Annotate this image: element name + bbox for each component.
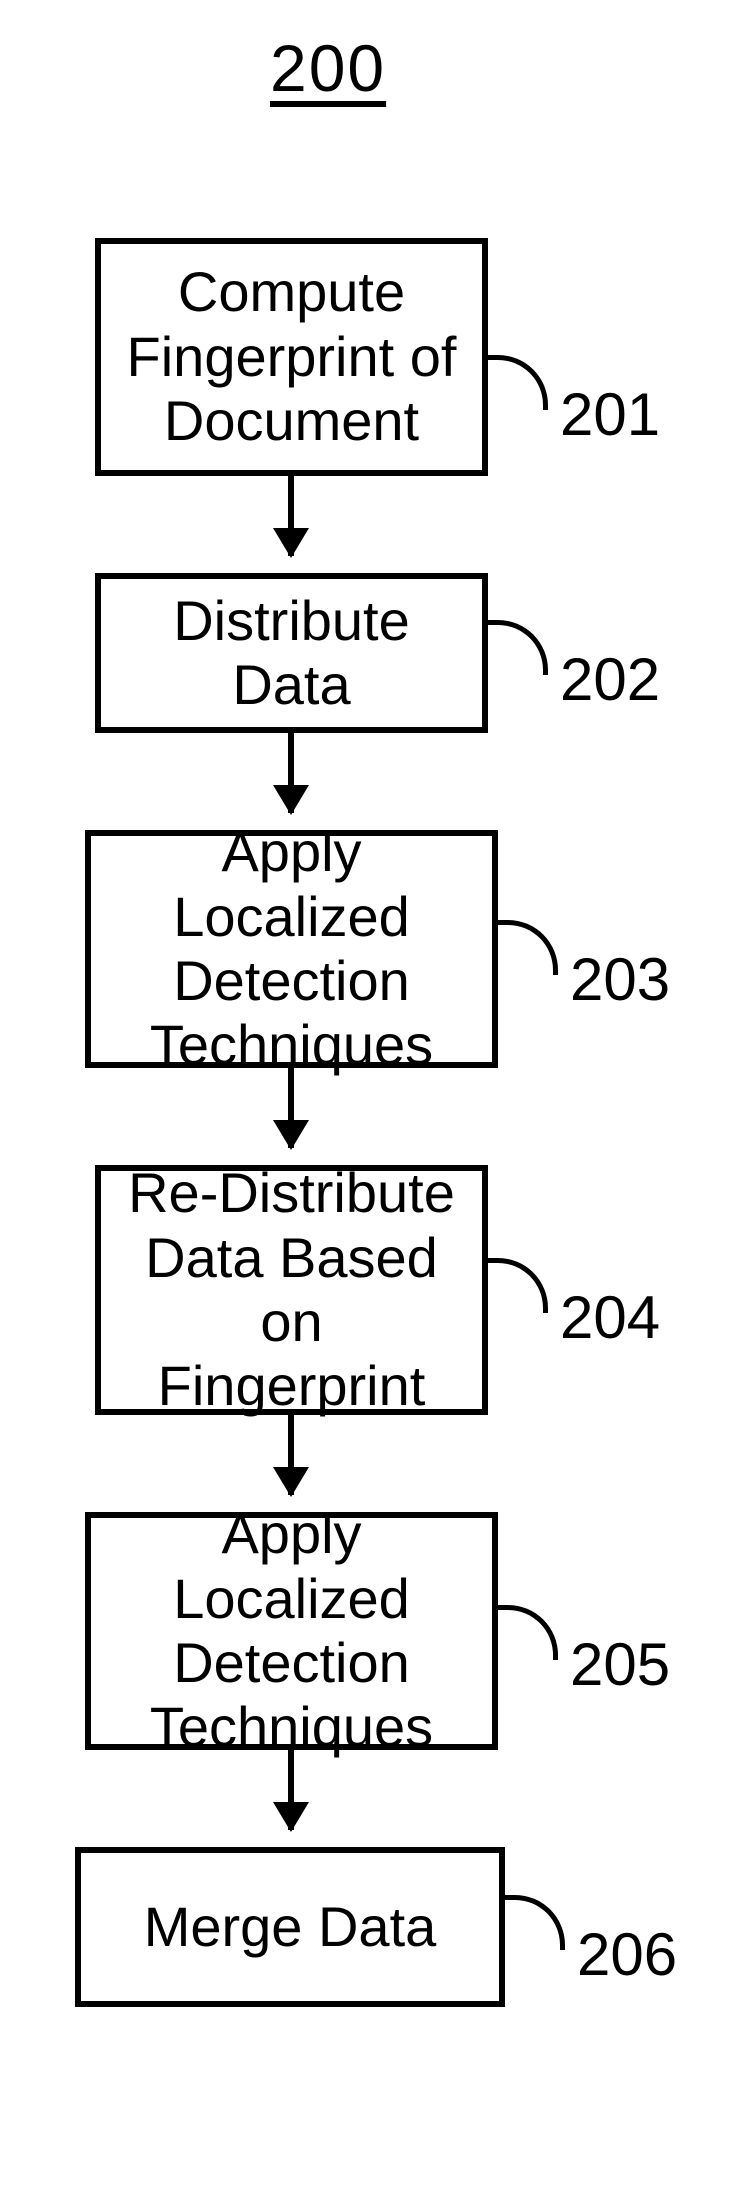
leader-205 bbox=[498, 1605, 558, 1660]
leader-204 bbox=[488, 1258, 548, 1313]
step-label-203: 203 bbox=[570, 945, 670, 1014]
arrow-203-204 bbox=[288, 1068, 294, 1148]
step-box-201: Compute Fingerprint of Document bbox=[95, 238, 488, 476]
step-text-201: Compute Fingerprint of Document bbox=[119, 260, 464, 453]
flowchart-canvas: 200 Compute Fingerprint of Document 201 … bbox=[0, 0, 746, 2190]
step-text-205: Apply Localized Detection Techniques bbox=[109, 1502, 474, 1760]
arrow-201-202 bbox=[288, 476, 294, 556]
step-box-204: Re-Distribute Data Based on Fingerprint bbox=[95, 1165, 488, 1415]
step-label-202: 202 bbox=[560, 645, 660, 714]
leader-201 bbox=[488, 355, 548, 410]
leader-206 bbox=[505, 1895, 565, 1950]
diagram-title: 200 bbox=[270, 30, 386, 106]
arrow-202-203 bbox=[288, 733, 294, 813]
step-box-206: Merge Data bbox=[75, 1847, 505, 2007]
step-text-203: Apply Localized Detection Techniques bbox=[109, 820, 474, 1078]
step-label-201: 201 bbox=[560, 380, 660, 449]
step-text-202: Distribute Data bbox=[119, 589, 464, 718]
step-box-205: Apply Localized Detection Techniques bbox=[85, 1512, 498, 1750]
step-label-205: 205 bbox=[570, 1630, 670, 1699]
leader-203 bbox=[498, 920, 558, 975]
arrow-204-205 bbox=[288, 1415, 294, 1495]
step-box-203: Apply Localized Detection Techniques bbox=[85, 830, 498, 1068]
leader-202 bbox=[488, 620, 548, 675]
step-box-202: Distribute Data bbox=[95, 573, 488, 733]
step-text-206: Merge Data bbox=[144, 1895, 437, 1959]
step-label-206: 206 bbox=[577, 1920, 677, 1989]
arrow-205-206 bbox=[288, 1750, 294, 1830]
step-label-204: 204 bbox=[560, 1283, 660, 1352]
step-text-204: Re-Distribute Data Based on Fingerprint bbox=[119, 1161, 464, 1419]
